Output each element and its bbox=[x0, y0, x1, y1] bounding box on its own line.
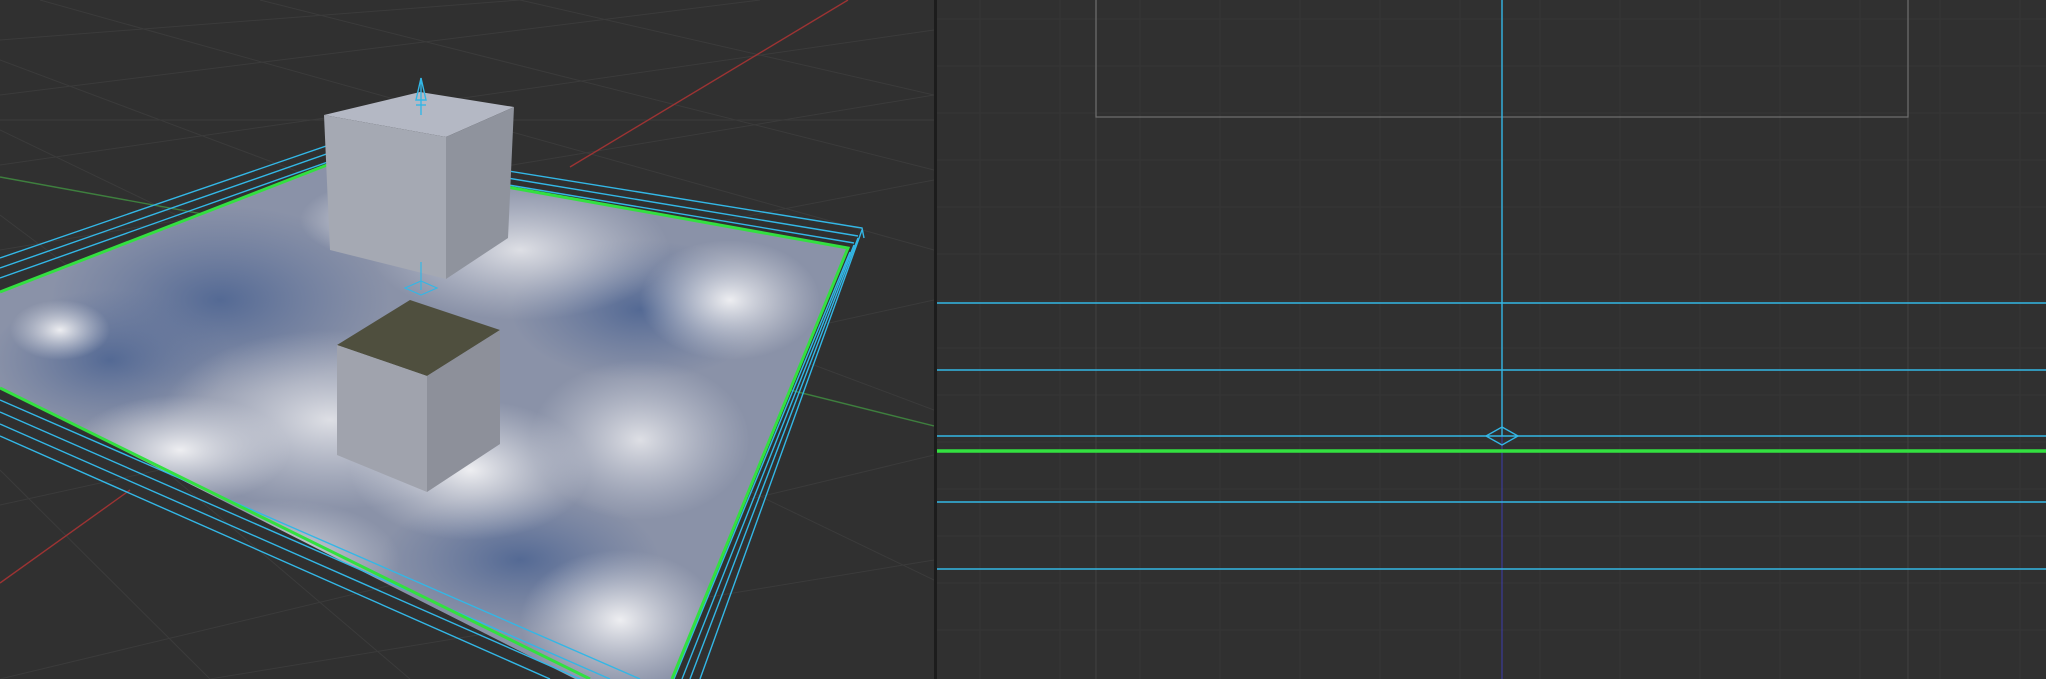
viewport-orthographic-canvas[interactable] bbox=[937, 0, 2046, 679]
viewport-perspective[interactable] bbox=[0, 0, 934, 679]
viewport-perspective-canvas[interactable] bbox=[0, 0, 934, 679]
viewport-background bbox=[937, 0, 2046, 679]
viewport-orthographic[interactable] bbox=[937, 0, 2046, 679]
blender-window bbox=[0, 0, 2046, 679]
cube[interactable] bbox=[324, 92, 514, 279]
